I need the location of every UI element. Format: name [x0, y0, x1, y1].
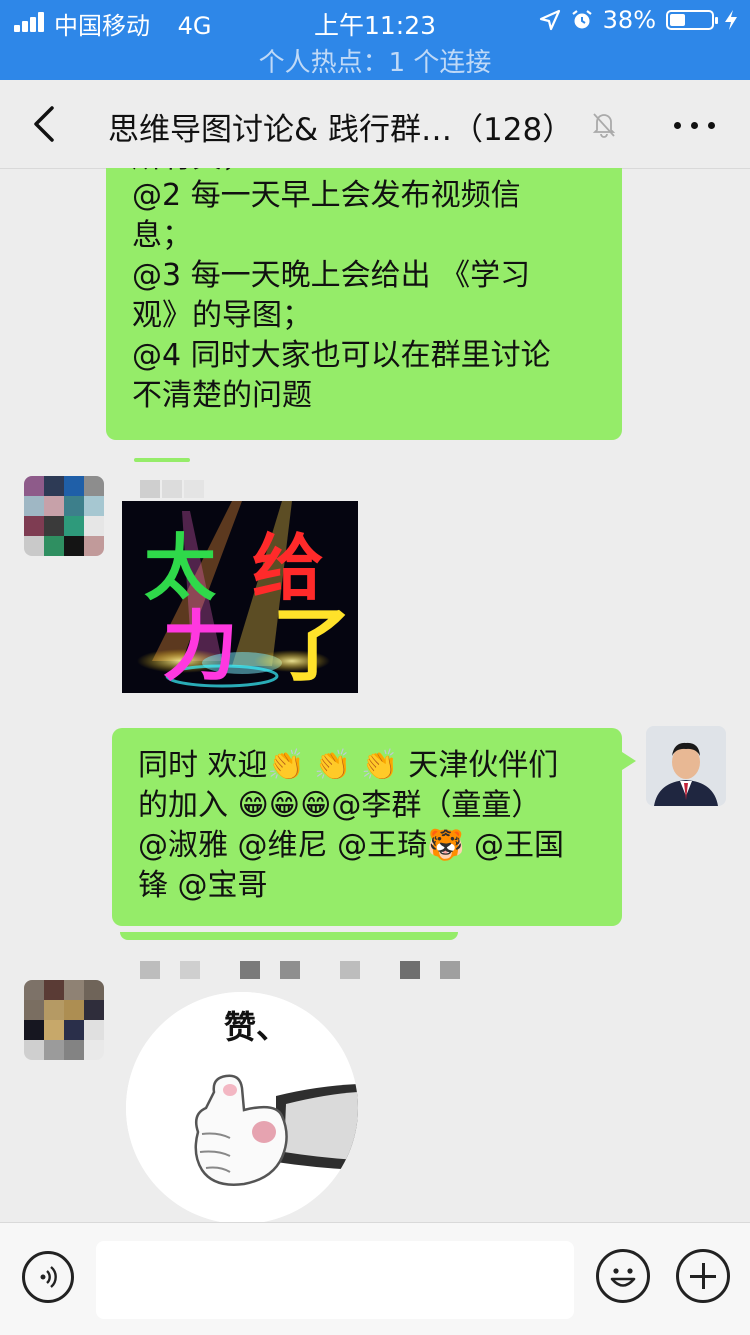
status-right: 38%: [539, 6, 738, 34]
message-line: 观》的导图；: [132, 298, 312, 333]
plus-button[interactable]: [676, 1249, 730, 1303]
message-line: 所有关，: [132, 168, 602, 176]
message-image[interactable]: 太 力 给 了: [122, 501, 358, 693]
avatar[interactable]: [24, 476, 104, 556]
back-button[interactable]: [26, 102, 66, 146]
image-char: 了: [272, 599, 352, 692]
message-line: 同时 欢迎👏 👏 👏 天津伙伴们: [138, 748, 559, 783]
message-line: @淑雅 @维尼 @王琦🐯 @王国: [138, 828, 564, 863]
cat-paw-thumbs-up-graphic: 赞、: [126, 992, 358, 1222]
image-char: 太: [144, 526, 216, 610]
chat-header: 思维导图讨论& 践行群…（128）: [0, 80, 750, 169]
emoji-button[interactable]: [596, 1249, 650, 1303]
message-bubble-outgoing[interactable]: 所有关， @2 每一天早上会发布视频信 息； @3 每一天晚上会给出 《学习 观…: [106, 168, 622, 440]
message-line: @4 同时大家也可以在群里讨论: [132, 338, 551, 373]
input-bar: [0, 1222, 750, 1335]
message-line: @2 每一天早上会发布视频信: [132, 178, 521, 213]
avatar[interactable]: [24, 980, 104, 1060]
sticker-text: 赞、: [224, 1008, 288, 1046]
hotspot-banner[interactable]: 个人热点：1 个连接: [0, 42, 750, 79]
avatar-self[interactable]: [646, 726, 726, 806]
voice-icon: [40, 1266, 57, 1288]
bubble-edge: [134, 458, 190, 462]
message-sticker[interactable]: 赞、: [126, 992, 358, 1222]
message-line: 息；: [132, 218, 192, 253]
message-bubble-outgoing[interactable]: 同时 欢迎👏 👏 👏 天津伙伴们 的加入 😁😁😁@李群（童童） @淑雅 @维尼 …: [112, 728, 636, 926]
message-line: 的加入 😁😁😁@李群（童童）: [138, 788, 542, 823]
more-button[interactable]: [670, 106, 720, 142]
charging-bolt-icon: [725, 10, 737, 30]
message-line: 不清楚的问题: [132, 378, 312, 413]
avatar-pixelated: [24, 980, 104, 1060]
status-bar: 中国移动 4G 上午11:23 38% 个人热点：1 个连接: [0, 0, 750, 80]
image-char: 给: [252, 526, 324, 610]
chevron-left-icon: [34, 106, 54, 142]
image-char: 力: [162, 602, 238, 691]
avatar-pixelated: [24, 476, 104, 556]
message-line: @3 每一天晚上会给出 《学习: [132, 258, 531, 293]
message-line: 锋 @宝哥: [138, 868, 268, 903]
chat-title: 思维导图讨论& 践行群…（128）: [108, 112, 574, 148]
message-text: 所有关， @2 每一天早上会发布视频信 息； @3 每一天晚上会给出 《学习 观…: [132, 168, 602, 416]
stage-lights-graphic: 太 力 给 了: [122, 501, 358, 693]
emoji-icon: [610, 1268, 636, 1287]
battery-icon: [666, 10, 718, 30]
location-arrow-icon: [539, 9, 560, 31]
message-input[interactable]: [96, 1241, 574, 1319]
person-photo: [646, 726, 726, 806]
message-text: 同时 欢迎👏 👏 👏 天津伙伴们 的加入 😁😁😁@李群（童童） @淑雅 @维尼 …: [138, 746, 608, 906]
bubble-edge: [120, 932, 458, 940]
bell-off-icon: [592, 113, 616, 138]
message-list[interactable]: 所有关， @2 每一天早上会发布视频信 息； @3 每一天晚上会给出 《学习 观…: [0, 168, 750, 1222]
voice-button[interactable]: [22, 1251, 74, 1303]
alarm-icon: [571, 10, 592, 29]
battery-percent: 38%: [602, 6, 656, 34]
